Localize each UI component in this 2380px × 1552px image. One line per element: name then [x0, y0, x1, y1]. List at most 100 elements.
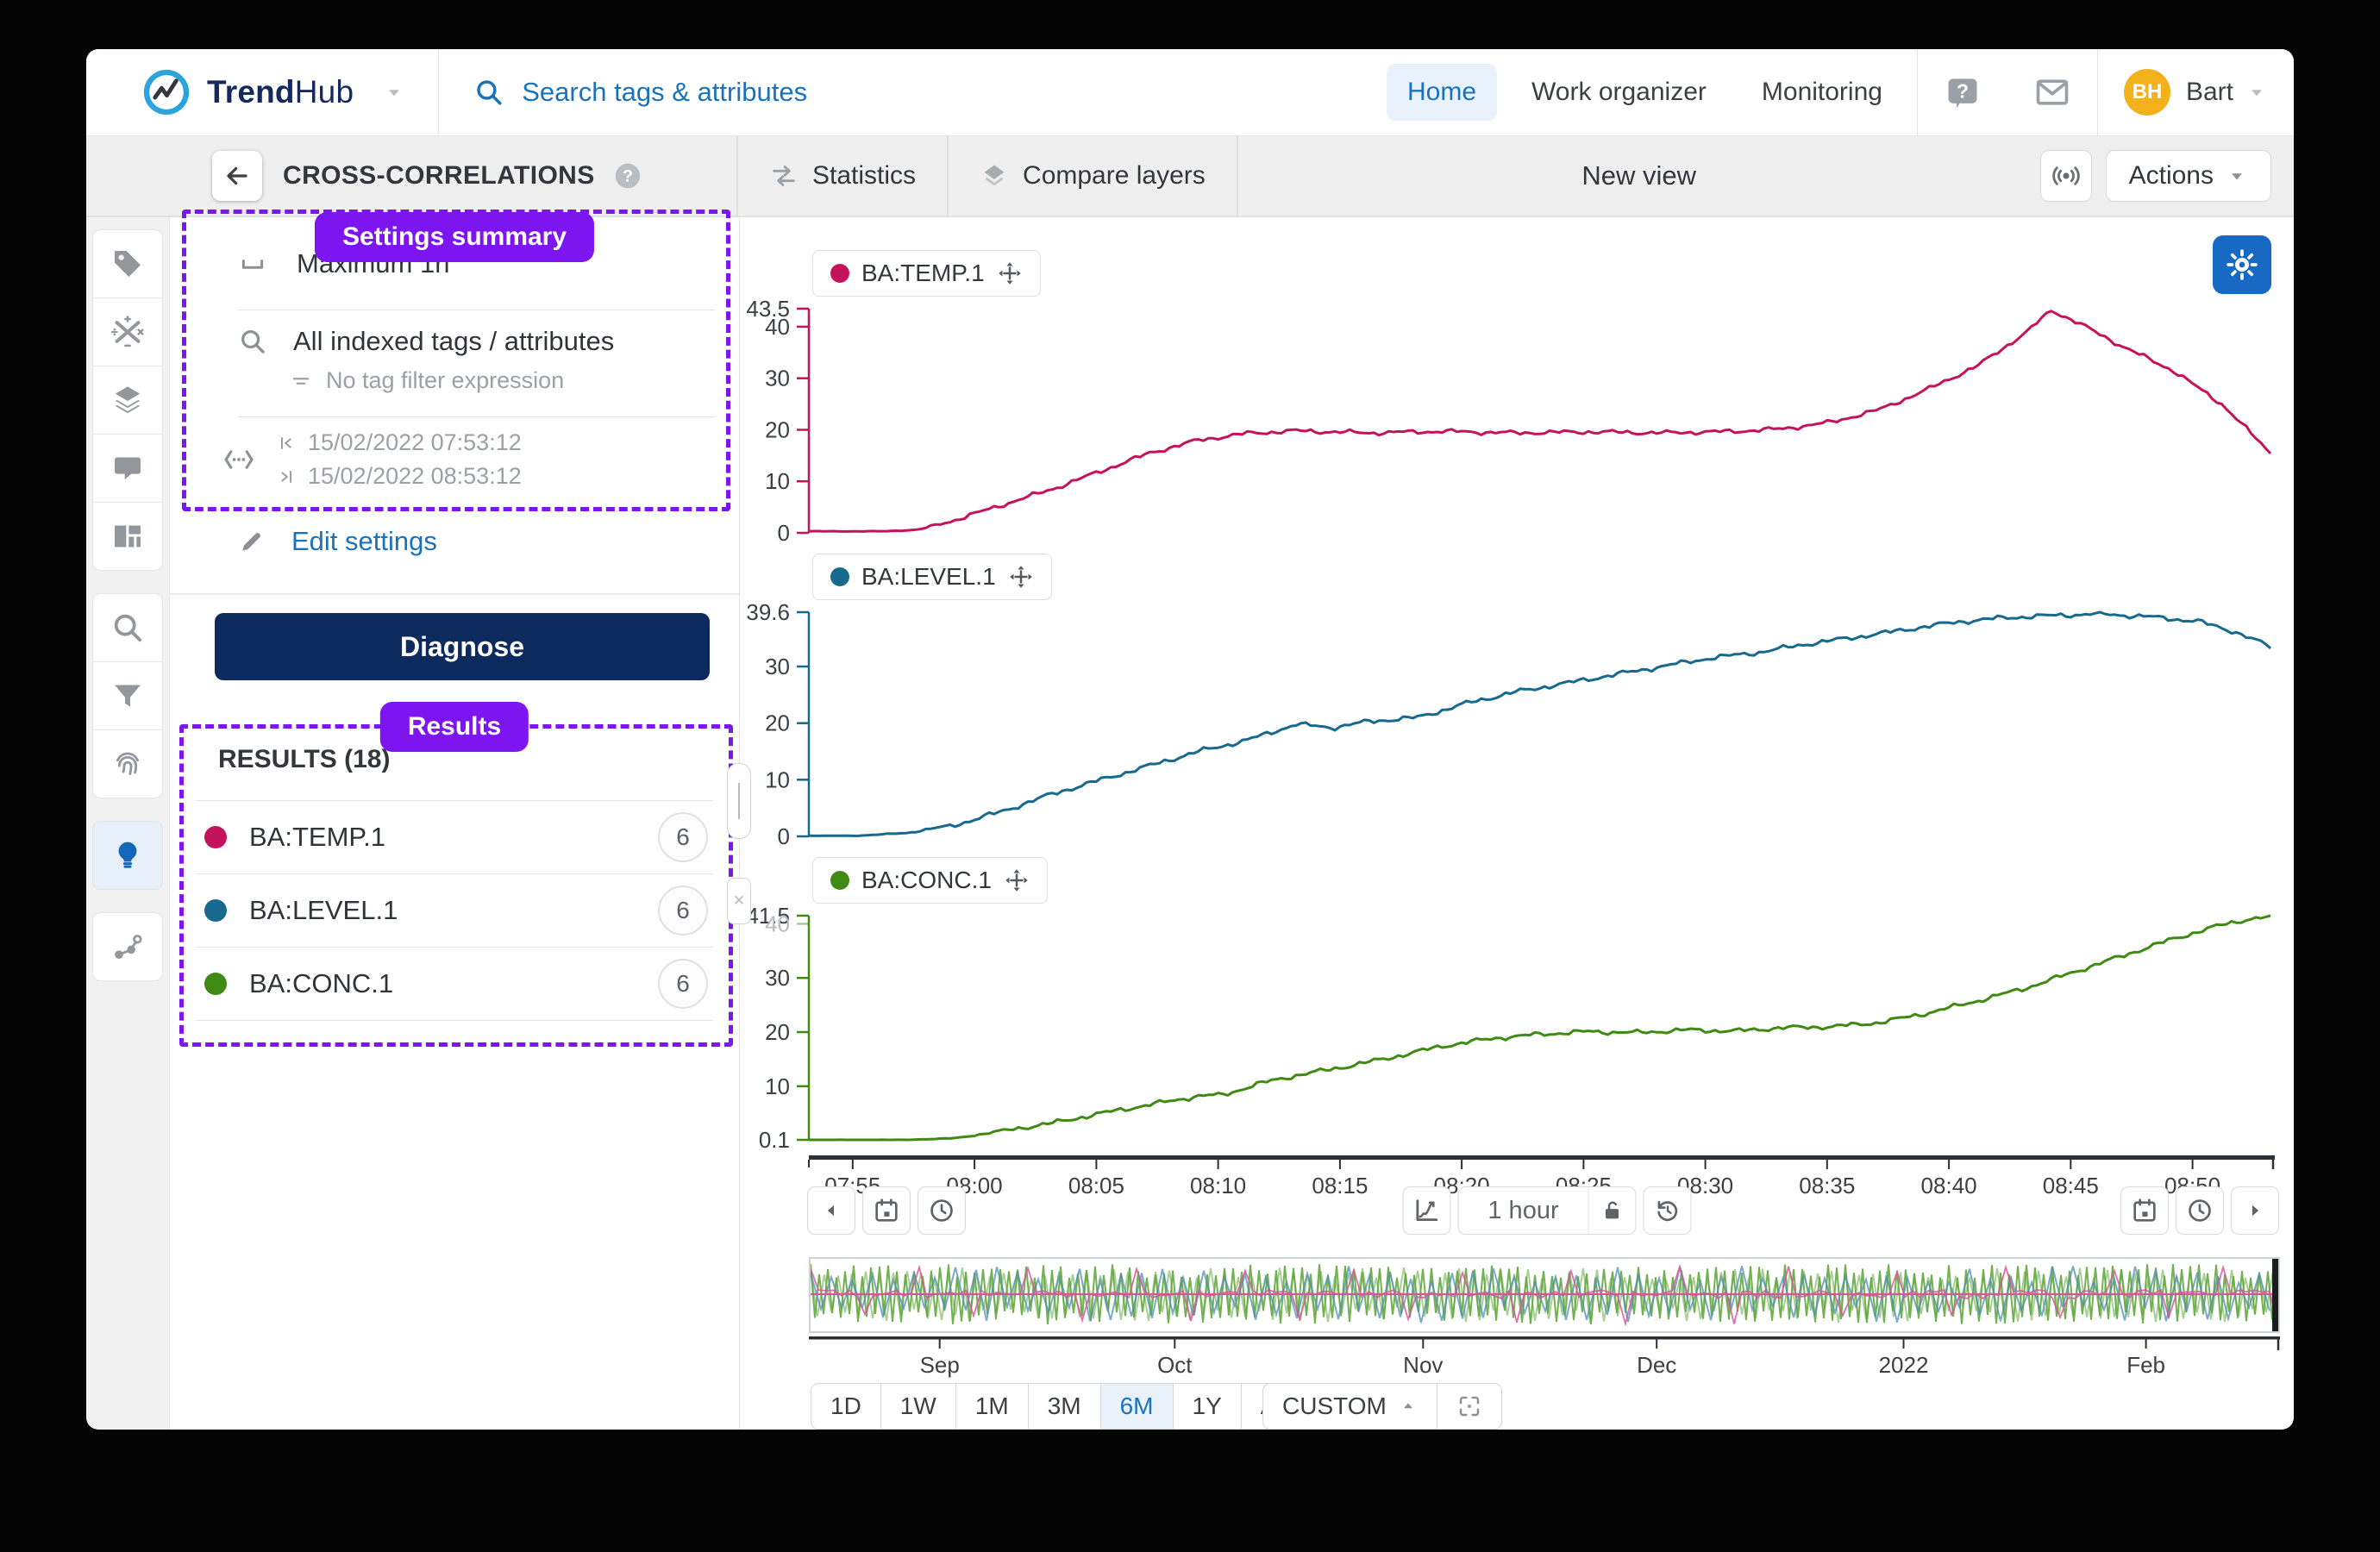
panel-help-icon[interactable]: ?	[612, 160, 643, 191]
avatar[interactable]: BH	[2124, 69, 2170, 116]
chart-canvas-BA:LEVEL.1[interactable]: 39.63020100	[740, 598, 2283, 848]
chart-settings-button[interactable]	[2213, 235, 2271, 294]
context-selection-marker[interactable]	[2272, 1259, 2278, 1331]
rail-item-comments[interactable]	[92, 434, 163, 503]
search-input[interactable]: Search tags & attributes	[522, 77, 807, 108]
view-toolbar: CROSS-CORRELATIONS ? StatisticsCompare l…	[86, 136, 2294, 217]
chart-canvas-BA:TEMP.1[interactable]: 43.5403020100	[740, 295, 2283, 545]
y-tick-label: 10	[765, 1073, 790, 1099]
divider	[438, 49, 439, 135]
gear-icon	[2225, 247, 2259, 282]
result-row[interactable]: BA:LEVEL.1 6	[196, 874, 713, 948]
pan-forward-button[interactable]	[2231, 1186, 2279, 1235]
user-name[interactable]: Bart	[2186, 78, 2233, 107]
chart-canvas-BA:CONC.1[interactable]: 41.5403020100.1	[740, 902, 2283, 1152]
range-start-icon	[277, 434, 296, 453]
range-button-6m[interactable]: 6M	[1100, 1383, 1174, 1430]
actions-label: Actions	[2129, 161, 2214, 191]
fit-view-button[interactable]	[1437, 1383, 1502, 1430]
rail-item-filters[interactable]	[92, 661, 163, 730]
result-name: BA:LEVEL.1	[249, 895, 658, 926]
actions-button[interactable]: Actions	[2106, 150, 2271, 202]
duration-value[interactable]: 1 hour	[1459, 1187, 1588, 1234]
series-dot	[204, 826, 227, 848]
time-range-setting: 15/02/2022 07:53:12 15/02/2022 08:53:12	[222, 429, 522, 490]
view-tabs: StatisticsCompare layers	[738, 136, 1238, 216]
rail-item-recommendations[interactable]	[92, 821, 163, 890]
rail-item-tags[interactable]	[92, 229, 163, 298]
divider	[2097, 49, 2098, 135]
search-icon	[110, 610, 145, 645]
start-time-button[interactable]	[918, 1186, 966, 1235]
context-strip-svg[interactable]	[811, 1259, 2278, 1331]
range-button-3m[interactable]: 3M	[1028, 1383, 1101, 1430]
fingerprint-icon	[110, 747, 145, 781]
context-timeline-axis: SepOctNovDec2022Feb	[740, 1335, 2283, 1384]
clock-icon	[928, 1197, 955, 1224]
context-overview-strip[interactable]	[809, 1257, 2280, 1333]
context-tick-label: Feb	[2126, 1352, 2165, 1378]
panel-collapse-button[interactable]: ✕	[727, 878, 751, 924]
scope-value: All indexed tags / attributes	[293, 326, 614, 357]
move-icon[interactable]	[1004, 867, 1030, 893]
brand-chevron-down-icon[interactable]	[383, 81, 405, 103]
scope-setting: All indexed tags / attributes No tag fil…	[238, 326, 614, 394]
nav-item-work-organizer[interactable]: Work organizer	[1511, 64, 1727, 121]
end-time-button[interactable]	[2176, 1186, 2224, 1235]
tab-statistics[interactable]: Statistics	[738, 136, 949, 216]
compressed-trend-button[interactable]	[1403, 1186, 1451, 1235]
history-button[interactable]	[1644, 1186, 1692, 1235]
tab-compare-layers[interactable]: Compare layers	[949, 136, 1238, 216]
pan-toolbar: 1 hour	[740, 1186, 2294, 1236]
diagnose-button[interactable]: Diagnose	[215, 613, 710, 680]
rail-group	[92, 593, 163, 798]
panel-resize-handle[interactable]	[727, 763, 751, 839]
legend-chip-BA:CONC.1[interactable]: BA:CONC.1	[812, 857, 1048, 904]
rail-item-calculations[interactable]	[92, 297, 163, 366]
end-date-button[interactable]	[2120, 1186, 2169, 1235]
page: { "app": {"accent_blue": "#1a73ba", "ann…	[0, 0, 2380, 1552]
mail-icon[interactable]	[2033, 73, 2071, 111]
series-dot	[830, 264, 849, 283]
rail-item-dashboards[interactable]	[92, 502, 163, 571]
rail-item-layers[interactable]	[92, 366, 163, 435]
back-button[interactable]	[212, 151, 262, 201]
brand[interactable]: TrendHub	[141, 67, 354, 117]
rail-item-context-items[interactable]	[92, 912, 163, 981]
start-date-button[interactable]	[862, 1186, 911, 1235]
custom-range-button[interactable]: CUSTOM	[1262, 1383, 1437, 1430]
series-dot	[830, 567, 849, 586]
help-icon[interactable]: ?	[1944, 73, 1982, 111]
range-button-1y[interactable]: 1Y	[1173, 1383, 1242, 1430]
move-icon[interactable]	[997, 260, 1023, 286]
rail-item-fingerprint[interactable]	[92, 729, 163, 798]
range-button-1w[interactable]: 1W	[880, 1383, 956, 1430]
divider	[1917, 49, 1918, 135]
calendar-icon	[2131, 1197, 2158, 1224]
calcx-icon	[110, 315, 145, 349]
pan-back-button[interactable]	[807, 1186, 855, 1235]
move-icon[interactable]	[1008, 564, 1034, 590]
legend-chip-BA:TEMP.1[interactable]: BA:TEMP.1	[812, 250, 1041, 297]
results-list: BA:TEMP.1 6 BA:LEVEL.1 6 BA:CONC.1 6	[196, 800, 713, 1021]
duration-group: 1 hour	[1403, 1186, 1692, 1235]
result-row[interactable]: BA:TEMP.1 6	[196, 800, 713, 874]
y-tick-label: 30	[765, 654, 790, 679]
global-search[interactable]: Search tags & attributes	[473, 77, 807, 108]
range-button-1d[interactable]: 1D	[811, 1383, 881, 1430]
context-tick-label: Dec	[1637, 1352, 1676, 1378]
live-mode-button[interactable]	[2040, 150, 2092, 202]
results-header: RESULTS (18)	[218, 745, 390, 774]
rail-item-search[interactable]	[92, 593, 163, 662]
nav-item-monitoring[interactable]: Monitoring	[1741, 64, 1903, 121]
result-row[interactable]: BA:CONC.1 6	[196, 948, 713, 1021]
nav-item-home[interactable]: Home	[1387, 64, 1497, 121]
legend-chip-BA:LEVEL.1[interactable]: BA:LEVEL.1	[812, 554, 1052, 600]
edit-settings-link[interactable]: Edit settings	[238, 526, 437, 557]
range-button-1m[interactable]: 1M	[955, 1383, 1029, 1430]
duration-lock-button[interactable]	[1588, 1187, 1636, 1234]
app-window: TrendHub Search tags & attributes HomeWo…	[86, 49, 2294, 1429]
context-tick-label: 2022	[1879, 1352, 1929, 1378]
user-chevron-down-icon[interactable]	[2245, 81, 2268, 103]
actions-chevron-down-icon	[2226, 165, 2248, 187]
